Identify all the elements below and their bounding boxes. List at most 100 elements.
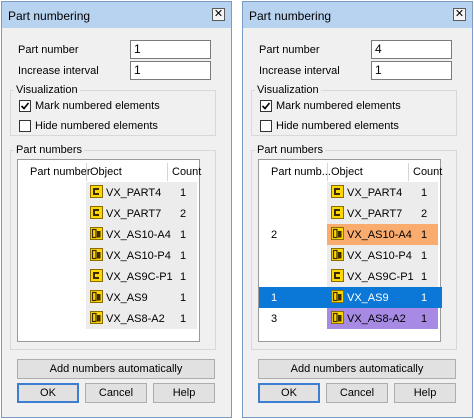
table-row[interactable]: VX_AS8-A2 1 [18,308,201,329]
table-row[interactable]: VX_AS9C-P1 1 [259,266,442,287]
increase-interval-input[interactable]: 1 [371,61,452,80]
object-cell[interactable]: VX_AS8-A2 [86,308,174,329]
part-number-cell[interactable]: 2 [265,224,327,245]
assembly-icon [90,227,103,243]
hide-numbered-checkbox[interactable] [260,120,272,132]
part-number-cell[interactable] [24,224,86,245]
table-row[interactable]: VX_PART4 1 [259,182,442,203]
title-bar[interactable]: Part numbering ✕ [243,2,472,28]
count-cell[interactable]: 1 [174,224,197,245]
close-icon[interactable]: ✕ [212,8,225,21]
part-number-value: 2 [271,229,278,241]
part-number-cell[interactable] [265,245,327,266]
part-number-cell[interactable]: 3 [265,308,327,329]
count-cell[interactable]: 1 [415,245,438,266]
col-object[interactable]: Object [90,166,122,178]
count-cell[interactable]: 1 [415,308,438,329]
mark-numbered-label[interactable]: Mark numbered elements [35,100,160,112]
mark-numbered-checkbox[interactable] [260,100,272,112]
column-separator[interactable] [86,163,87,181]
increase-interval-input[interactable]: 1 [130,61,211,80]
table-row[interactable]: VX_AS9C-P1 1 [18,266,201,287]
part-number-cell[interactable] [24,308,86,329]
cancel-button[interactable]: Cancel [326,383,388,403]
part-number-cell[interactable]: 1 [265,287,327,308]
count-cell[interactable]: 2 [415,203,438,224]
part-number-input[interactable]: 1 [130,40,211,59]
mark-numbered-label[interactable]: Mark numbered elements [276,100,401,112]
object-cell[interactable]: VX_AS9 [327,287,415,308]
count-cell[interactable]: 1 [174,182,197,203]
count-cell[interactable]: 1 [174,266,197,287]
part-numbers-grid[interactable]: Part numb... Object Count VX_PART4 1 VX_PA… [258,159,442,342]
help-button[interactable]: Help [394,383,456,403]
part-number-cell[interactable] [265,182,327,203]
col-object[interactable]: Object [331,166,363,178]
object-cell[interactable]: VX_AS10-A4 [86,224,174,245]
part-number-cell[interactable] [265,266,327,287]
part-number-input[interactable]: 4 [371,40,452,59]
col-count[interactable]: Count [413,166,442,178]
mark-numbered-checkbox[interactable] [19,100,31,112]
add-numbers-button[interactable]: Add numbers automatically [258,359,456,379]
object-cell[interactable]: VX_AS10-P4 [86,245,174,266]
count-cell[interactable]: 1 [415,182,438,203]
count-cell[interactable]: 2 [174,203,197,224]
object-cell[interactable]: VX_PART4 [86,182,174,203]
part-icon [331,206,344,222]
col-part-number[interactable]: Part number [30,166,91,178]
object-name: VX_AS9C-P1 [106,271,173,283]
table-row[interactable]: VX_AS9 1 [18,287,201,308]
table-row[interactable]: VX_PART4 1 [18,182,201,203]
part-number-cell[interactable] [24,266,86,287]
count-cell[interactable]: 1 [415,224,438,245]
add-numbers-button[interactable]: Add numbers automatically [17,359,215,379]
count-cell[interactable]: 1 [415,287,438,308]
object-cell[interactable]: VX_PART4 [327,182,415,203]
part-number-cell[interactable] [24,182,86,203]
hide-numbered-label[interactable]: Hide numbered elements [276,120,399,132]
part-number-cell[interactable] [24,203,86,224]
help-button[interactable]: Help [153,383,215,403]
col-count[interactable]: Count [172,166,201,178]
table-row[interactable]: VX_AS10-P4 1 [18,245,201,266]
table-row[interactable]: VX_AS10-P4 1 [259,245,442,266]
count-cell[interactable]: 1 [174,287,197,308]
object-cell[interactable]: VX_PART7 [86,203,174,224]
object-cell[interactable]: VX_AS10-P4 [327,245,415,266]
part-number-label: Part number [259,44,320,56]
count-cell[interactable]: 1 [174,308,197,329]
ok-button[interactable]: OK [17,383,79,403]
object-cell[interactable]: VX_AS9C-P1 [327,266,415,287]
table-row[interactable]: 3 VX_AS8-A2 1 [259,308,442,329]
hide-numbered-label[interactable]: Hide numbered elements [35,120,158,132]
table-row[interactable]: VX_PART7 2 [18,203,201,224]
object-cell[interactable]: VX_AS9 [86,287,174,308]
hide-numbered-checkbox[interactable] [19,120,31,132]
ok-button[interactable]: OK [258,383,320,403]
object-name: VX_AS9C-P1 [347,271,414,283]
object-cell[interactable]: VX_AS8-A2 [327,308,415,329]
object-cell[interactable]: VX_PART7 [327,203,415,224]
table-row[interactable]: VX_PART7 2 [259,203,442,224]
part-number-cell[interactable] [265,203,327,224]
object-cell[interactable]: VX_AS9C-P1 [86,266,174,287]
count-cell[interactable]: 1 [174,245,197,266]
part-numbers-label: Part numbers [255,144,326,156]
part-numbers-grid[interactable]: Part number Object Count VX_PART4 1 VX_PAR… [17,159,201,342]
col-part-number[interactable]: Part numb... [271,166,331,178]
column-separator[interactable] [167,163,168,181]
part-number-cell[interactable] [24,287,86,308]
cancel-button[interactable]: Cancel [85,383,147,403]
part-number-cell[interactable] [24,245,86,266]
title-bar[interactable]: Part numbering ✕ [2,2,231,28]
table-row[interactable]: 1 VX_AS9 1 [259,287,442,308]
assembly-icon [331,311,344,327]
column-separator[interactable] [408,163,409,181]
table-row[interactable]: VX_AS10-A4 1 [18,224,201,245]
table-row[interactable]: 2 VX_AS10-A4 1 [259,224,442,245]
object-cell[interactable]: VX_AS10-A4 [327,224,415,245]
count-cell[interactable]: 1 [415,266,438,287]
close-icon[interactable]: ✕ [453,8,466,21]
column-separator[interactable] [327,163,328,181]
